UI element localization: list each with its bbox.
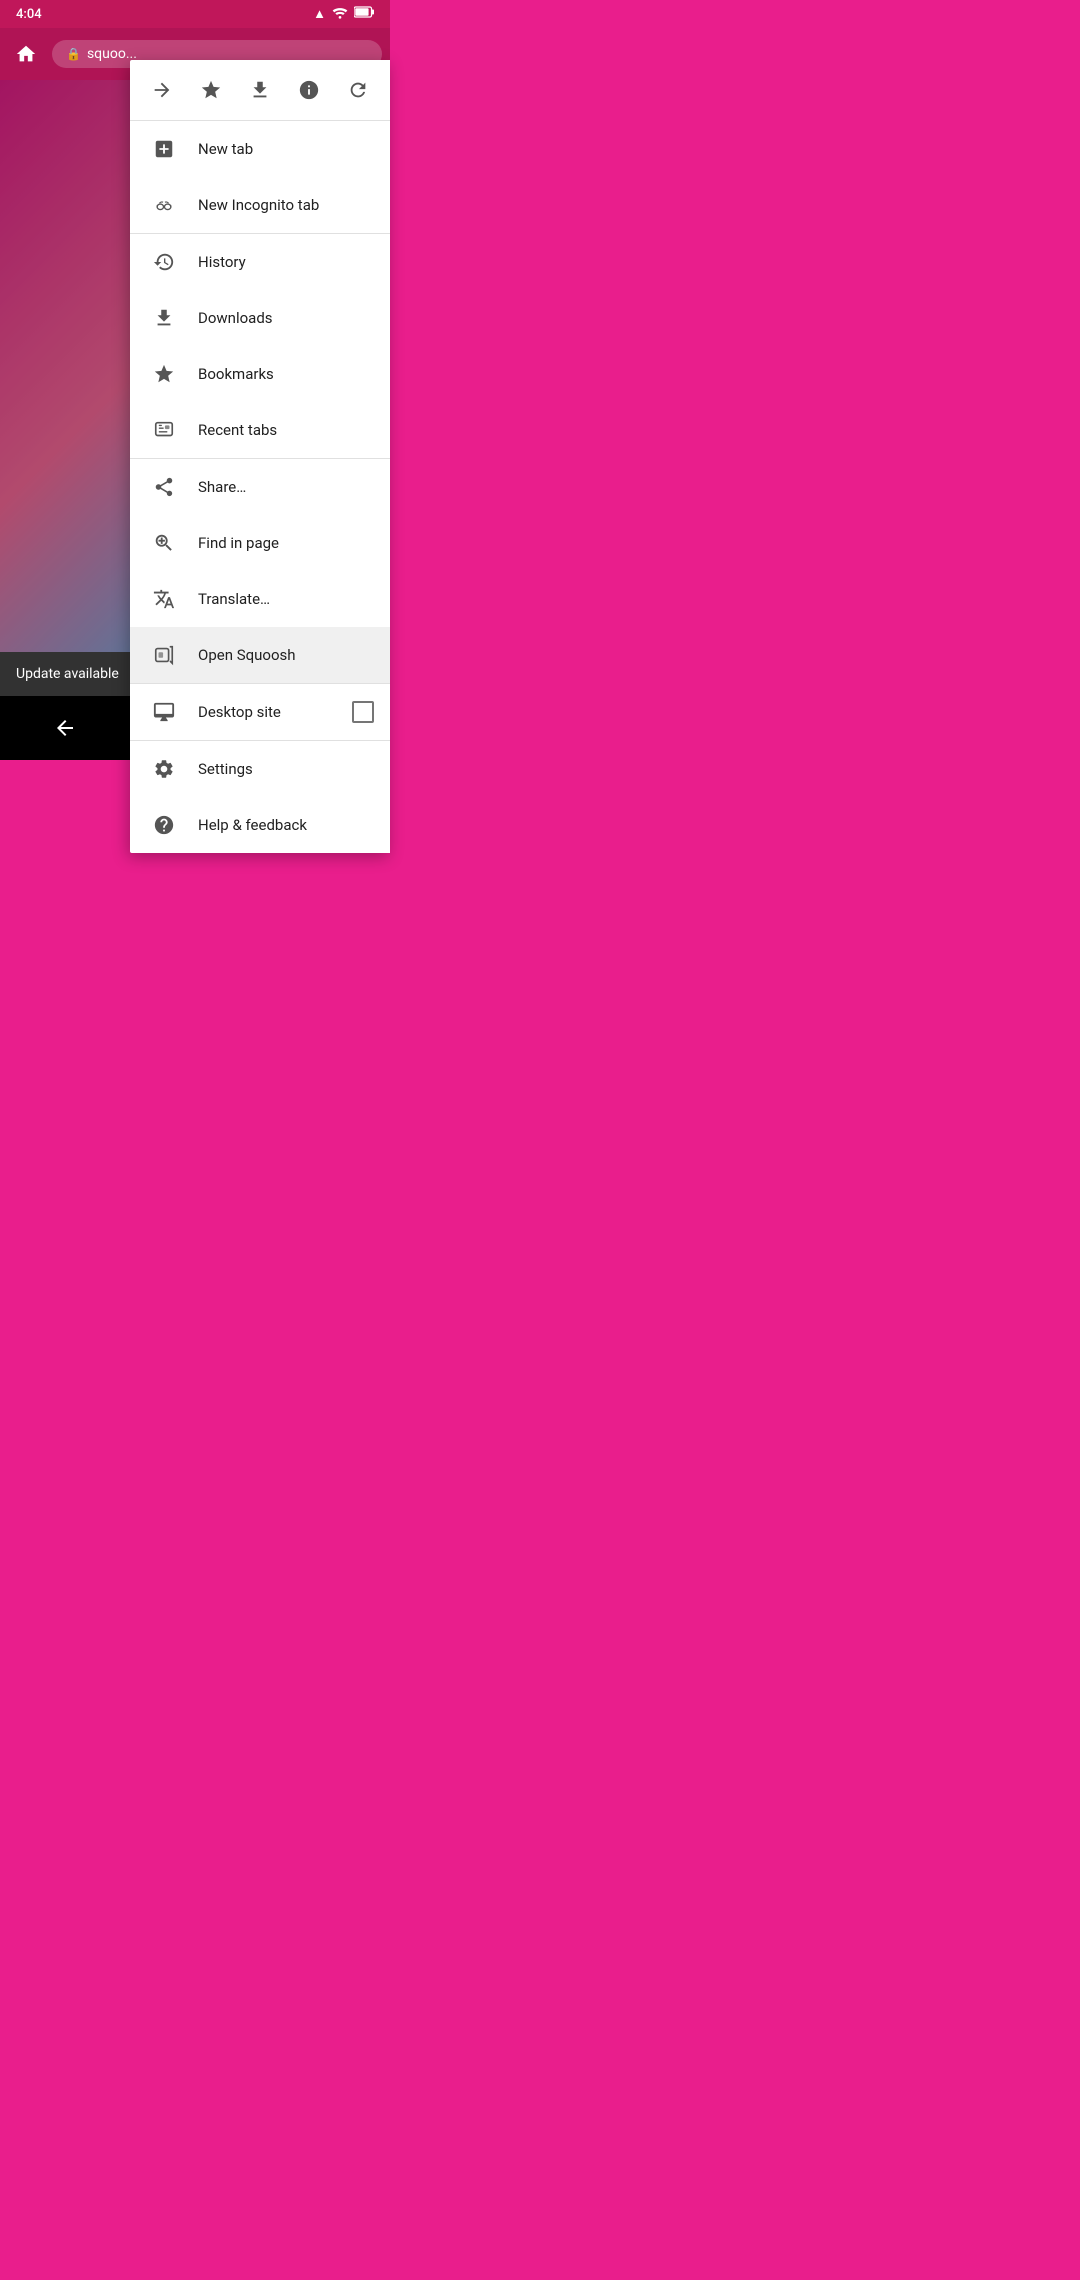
open-app-icon — [146, 637, 182, 673]
desktop-site-checkbox[interactable] — [352, 701, 374, 723]
lock-icon: 🔒 — [66, 47, 81, 61]
dropdown-menu: New tab New Incognito tab — [130, 60, 390, 853]
download-page-icon[interactable] — [240, 70, 280, 110]
wifi-icon — [332, 5, 348, 23]
bookmarks-icon — [146, 356, 182, 392]
menu-item-downloads[interactable]: Downloads — [130, 290, 390, 346]
find-icon — [146, 525, 182, 561]
recent-tabs-label: Recent tabs — [198, 421, 374, 439]
menu-item-translate[interactable]: Translate… — [130, 571, 390, 627]
menu-items-container: New tab New Incognito tab — [130, 121, 390, 853]
page-info-icon[interactable] — [289, 70, 329, 110]
new-tab-label: New tab — [198, 140, 374, 158]
menu-item-recent-tabs[interactable]: Recent tabs — [130, 402, 390, 458]
status-bar: 4:04 ▲ — [0, 0, 390, 28]
battery-icon — [354, 6, 374, 22]
status-time: 4:04 — [16, 7, 42, 22]
desktop-site-label: Desktop site — [198, 703, 352, 721]
share-icon — [146, 469, 182, 505]
signal-icon: ▲ — [313, 6, 326, 22]
menu-item-new-incognito-tab[interactable]: New Incognito tab — [130, 177, 390, 233]
new-tab-icon — [146, 131, 182, 167]
settings-label: Settings — [198, 760, 374, 778]
bookmark-star-icon[interactable] — [191, 70, 231, 110]
help-icon — [146, 807, 182, 843]
update-text: Update available — [16, 666, 119, 682]
recent-tabs-icon — [146, 412, 182, 448]
menu-item-open-squoosh[interactable]: Open Squoosh — [130, 627, 390, 683]
menu-item-help-feedback[interactable]: Help & feedback — [130, 797, 390, 853]
menu-item-find-in-page[interactable]: Find in page — [130, 515, 390, 571]
refresh-icon[interactable] — [338, 70, 378, 110]
menu-toolbar — [130, 60, 390, 121]
menu-item-desktop-site[interactable]: Desktop site — [130, 684, 390, 740]
menu-item-bookmarks[interactable]: Bookmarks — [130, 346, 390, 402]
forward-icon[interactable] — [142, 70, 182, 110]
menu-item-history[interactable]: History — [130, 234, 390, 290]
settings-icon — [146, 751, 182, 787]
new-incognito-tab-label: New Incognito tab — [198, 196, 374, 214]
desktop-icon — [146, 694, 182, 730]
history-label: History — [198, 253, 374, 271]
menu-item-new-tab[interactable]: New tab — [130, 121, 390, 177]
open-squoosh-label: Open Squoosh — [198, 646, 374, 664]
back-button[interactable] — [35, 708, 95, 748]
bookmarks-label: Bookmarks — [198, 365, 374, 383]
share-label: Share… — [198, 478, 374, 496]
help-feedback-label: Help & feedback — [198, 816, 374, 834]
home-button[interactable] — [8, 36, 44, 72]
translate-label: Translate… — [198, 590, 374, 608]
downloads-label: Downloads — [198, 309, 374, 327]
translate-icon — [146, 581, 182, 617]
find-in-page-label: Find in page — [198, 534, 374, 552]
menu-item-settings[interactable]: Settings — [130, 741, 390, 797]
status-icons: ▲ — [313, 5, 374, 23]
menu-item-share[interactable]: Share… — [130, 459, 390, 515]
incognito-icon — [146, 187, 182, 223]
history-icon — [146, 244, 182, 280]
downloads-icon — [146, 300, 182, 336]
